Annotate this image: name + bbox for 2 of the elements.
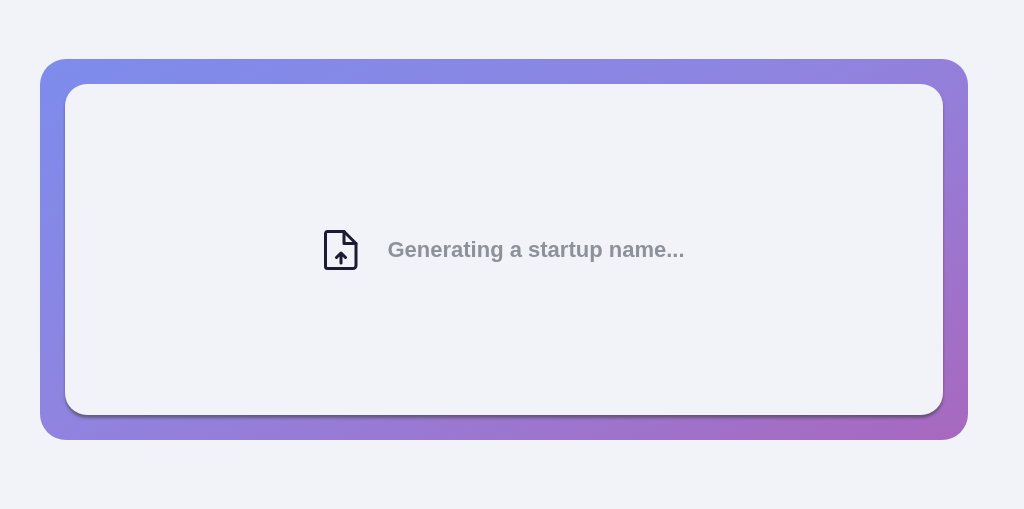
status-message: Generating a startup name...	[387, 236, 685, 263]
file-upload-icon	[323, 228, 360, 271]
